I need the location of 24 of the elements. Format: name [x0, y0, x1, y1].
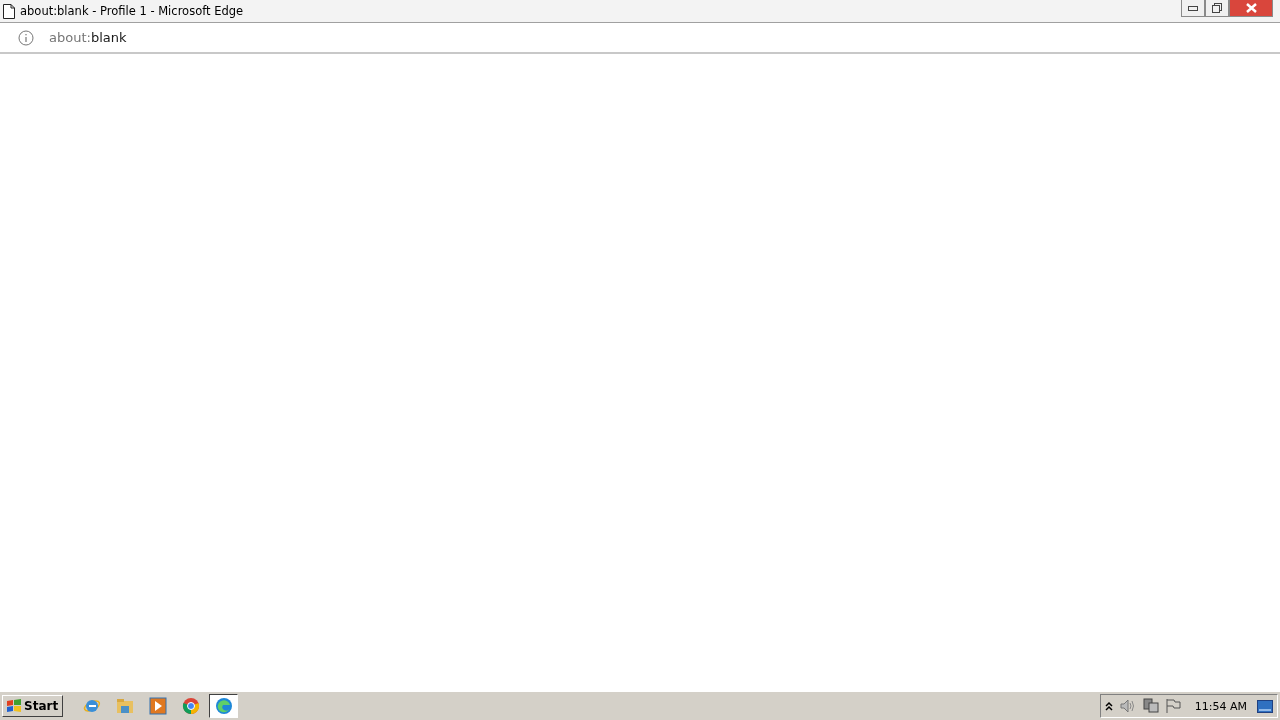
close-button[interactable] — [1229, 0, 1273, 17]
address-field[interactable]: about:blank — [49, 30, 127, 45]
minimize-icon — [1188, 5, 1198, 11]
restore-button[interactable] — [1205, 0, 1229, 17]
minimize-button[interactable] — [1181, 0, 1205, 17]
desktop-icon[interactable] — [1257, 699, 1273, 713]
start-button[interactable]: Start — [2, 695, 64, 717]
browser-logo-icon — [181, 697, 200, 715]
window-title: about:blank - Profile 1 - Microsoft Edge — [20, 4, 245, 18]
flag-icon[interactable] — [1164, 698, 1181, 714]
restore-icon — [1212, 3, 1222, 13]
wave-logo-icon — [214, 697, 233, 715]
folder-icon — [115, 698, 134, 714]
e-logo-icon — [82, 697, 101, 715]
info-icon[interactable] — [18, 29, 34, 46]
network-icon[interactable] — [1142, 698, 1159, 714]
windows-logo-icon — [6, 699, 22, 713]
speaker-icon[interactable] — [1118, 699, 1137, 713]
chevron-up-icon[interactable] — [1104, 701, 1113, 711]
play-icon — [148, 697, 167, 715]
close-icon — [1245, 3, 1257, 13]
page-icon — [3, 3, 15, 19]
clock-time[interactable]: 11:54 AM — [1194, 699, 1247, 713]
taskbar-app-button[interactable] — [209, 694, 239, 718]
